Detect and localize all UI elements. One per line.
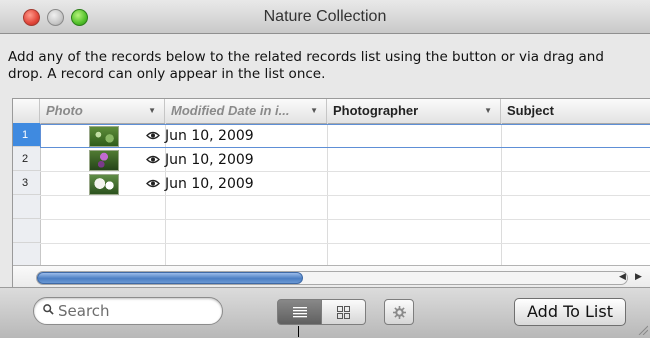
column-header-photo[interactable]: Photo ▼	[40, 99, 165, 123]
list-view-icon	[293, 307, 307, 318]
eye-icon[interactable]	[146, 179, 160, 188]
row-number-empty	[13, 195, 40, 219]
row-divider	[40, 195, 650, 196]
instructions-text: Add any of the records below to the rela…	[8, 49, 604, 82]
modified-date-cell: Jun 10, 2009	[165, 128, 254, 144]
photo-thumbnail	[89, 174, 119, 195]
list-view-button[interactable]	[277, 299, 322, 325]
column-header-label: Photographer	[333, 103, 419, 118]
photo-thumbnail	[89, 150, 119, 171]
gear-icon	[393, 306, 406, 319]
row-number[interactable]: 1	[13, 123, 40, 147]
sort-arrow-icon: ▼	[484, 106, 492, 115]
column-header-label: Modified Date in i...	[171, 103, 290, 118]
pointer-line	[298, 326, 299, 337]
column-header-subject[interactable]: Subject	[501, 99, 650, 123]
eye-icon[interactable]	[146, 131, 160, 140]
title-bar[interactable]: Nature Collection	[0, 0, 650, 34]
modified-date-cell: Jun 10, 2009	[165, 152, 254, 168]
grid-view-icon	[337, 306, 350, 319]
scroll-right-arrow-icon[interactable]: ▶	[635, 272, 642, 282]
row-divider	[40, 243, 650, 244]
eye-icon[interactable]	[146, 155, 160, 164]
records-table: Photo ▼ Modified Date in i... ▼ Photogra…	[12, 98, 650, 291]
scroll-thumb[interactable]	[37, 272, 303, 284]
row-divider	[40, 171, 650, 172]
search-field[interactable]	[33, 297, 223, 325]
row-number[interactable]: 3	[13, 171, 40, 195]
dialog-window: Nature Collection Add any of the records…	[0, 0, 650, 338]
row-number-empty	[13, 219, 40, 243]
row-number[interactable]: 2	[13, 147, 40, 171]
column-header-photographer[interactable]: Photographer ▼	[327, 99, 501, 123]
selected-row-highlight	[40, 124, 650, 148]
resize-grip-icon[interactable]	[636, 323, 648, 335]
row-divider	[40, 219, 650, 220]
sort-arrow-icon: ▼	[310, 106, 318, 115]
row-number-empty	[13, 243, 40, 267]
row-number-header	[13, 99, 40, 123]
window-title: Nature Collection	[263, 8, 387, 25]
grid-view-button[interactable]	[322, 299, 366, 325]
add-to-list-button[interactable]: Add To List	[514, 298, 626, 326]
table-header: Photo ▼ Modified Date in i... ▼ Photogra…	[13, 99, 650, 124]
photo-thumbnail	[89, 126, 119, 147]
scroll-left-arrow-icon[interactable]: ◀	[619, 272, 626, 282]
search-input[interactable]	[58, 301, 208, 321]
sort-arrow-icon: ▼	[148, 106, 156, 115]
column-header-modified-date[interactable]: Modified Date in i... ▼	[165, 99, 327, 123]
column-header-label: Photo	[46, 103, 83, 118]
settings-button[interactable]	[384, 299, 414, 325]
column-header-label: Subject	[507, 103, 554, 118]
search-icon	[43, 304, 54, 315]
modified-date-cell: Jun 10, 2009	[165, 176, 254, 192]
